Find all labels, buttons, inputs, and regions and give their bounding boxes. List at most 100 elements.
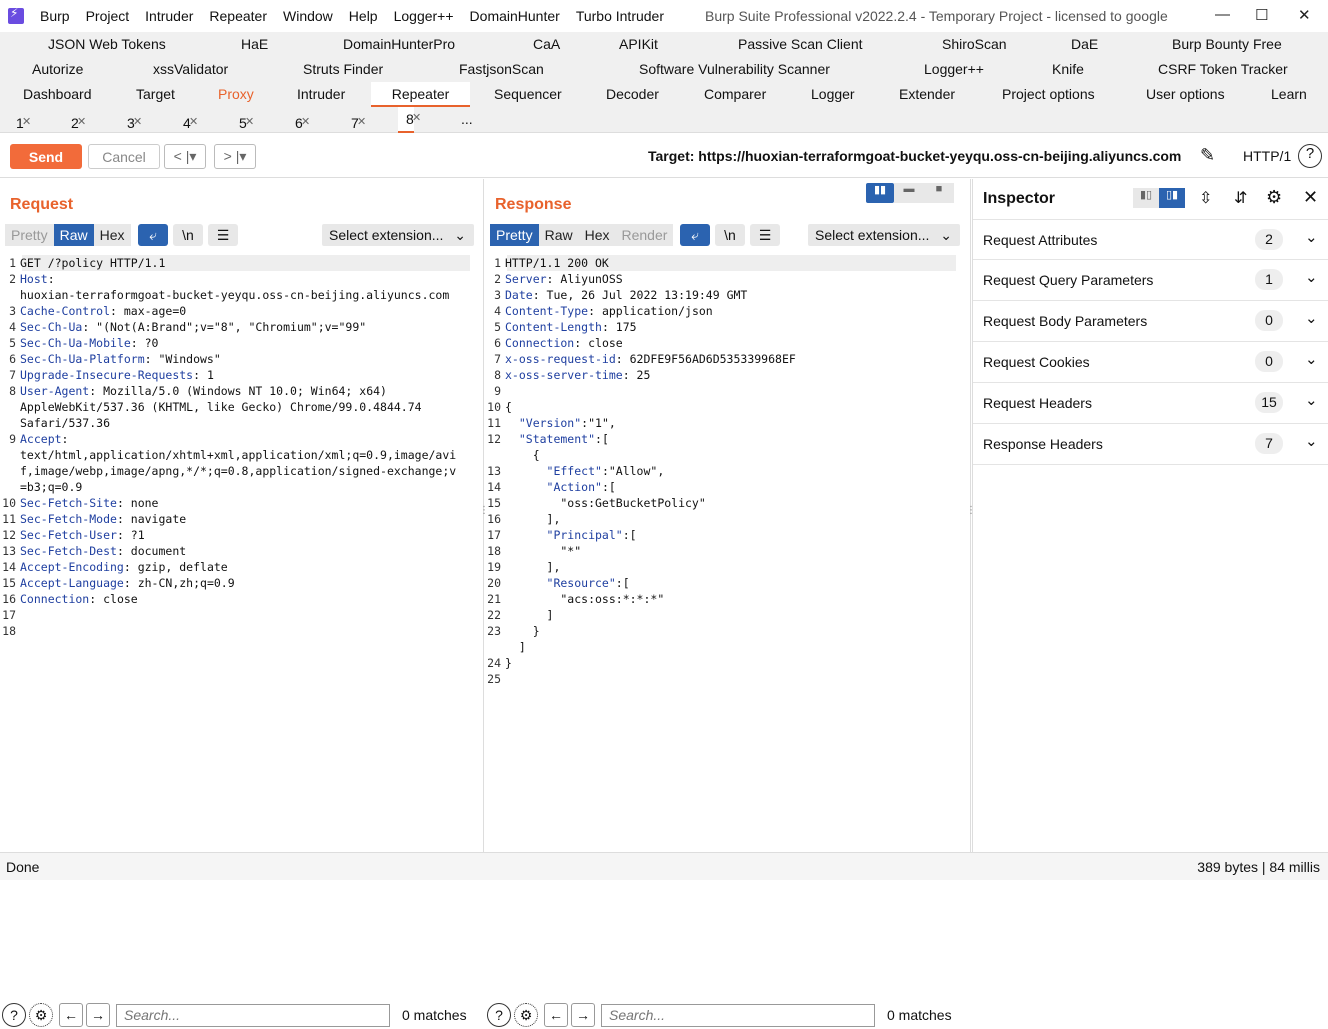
help-icon[interactable]: ? (487, 1003, 511, 1027)
request-search-input[interactable] (116, 1003, 390, 1027)
new-tab-button[interactable]: ... (461, 111, 473, 127)
tab-extender[interactable]: Extender (899, 86, 955, 102)
tab-repeater[interactable]: Repeater (371, 82, 470, 107)
menu-window[interactable]: Window (283, 8, 333, 24)
format-raw[interactable]: Raw (53, 224, 94, 246)
edit-pencil-icon[interactable]: ✎ (1200, 145, 1215, 166)
tab-passive-scan-client[interactable]: Passive Scan Client (738, 36, 863, 52)
format-render[interactable]: Render (615, 224, 674, 246)
splitter-handle[interactable]: ⋮ (479, 506, 489, 516)
back-button[interactable]: < |▾ (164, 144, 206, 169)
help-icon[interactable]: ? (2, 1003, 26, 1027)
tab-learn[interactable]: Learn (1271, 86, 1307, 102)
tab-software-vulnerability-scanner[interactable]: Software Vulnerability Scanner (639, 61, 830, 77)
tab-caa[interactable]: CaA (533, 36, 560, 52)
menu-domainhunter[interactable]: DomainHunter (470, 8, 560, 24)
send-button[interactable]: Send (10, 144, 82, 169)
close-tab-icon[interactable]: ✕ (301, 115, 310, 128)
tab-target[interactable]: Target (136, 86, 175, 102)
inspector-section-request-attributes[interactable]: Request Attributes 2 ⌄ (973, 219, 1328, 260)
tab-csrf-token-tracker[interactable]: CSRF Token Tracker (1158, 61, 1288, 77)
inspector-section-query-params[interactable]: Request Query Parameters 1 ⌄ (973, 260, 1328, 301)
format-pretty[interactable]: Pretty (5, 224, 54, 246)
split-horizontal-icon[interactable]: ▮▮ (866, 183, 894, 203)
close-tab-icon[interactable]: ✕ (189, 115, 198, 128)
tab-sequencer[interactable]: Sequencer (494, 86, 562, 102)
gear-icon[interactable]: ⚙ (1266, 187, 1282, 208)
menu-repeater[interactable]: Repeater (209, 8, 267, 24)
menu-burp[interactable]: Burp (40, 8, 70, 24)
tab-struts-finder[interactable]: Struts Finder (303, 61, 383, 77)
tab-comparer[interactable]: Comparer (704, 86, 766, 102)
forward-button[interactable]: > |▾ (214, 144, 256, 169)
cancel-button[interactable]: Cancel (88, 144, 160, 169)
format-hex[interactable]: Hex (578, 224, 616, 246)
inspector-section-body-params[interactable]: Request Body Parameters 0 ⌄ (973, 301, 1328, 342)
minimize-icon[interactable]: — (1215, 6, 1230, 23)
tab-decoder[interactable]: Decoder (606, 86, 659, 102)
tab-proxy[interactable]: Proxy (218, 86, 254, 102)
tab-logger[interactable]: Logger (811, 86, 855, 102)
tab-autorize[interactable]: Autorize (32, 61, 83, 77)
format-hex[interactable]: Hex (93, 224, 131, 246)
response-search-input[interactable] (601, 1003, 875, 1027)
tab-xssvalidator[interactable]: xssValidator (153, 61, 228, 77)
menu-turbo-intruder[interactable]: Turbo Intruder (576, 8, 664, 24)
inspector-section-response-headers[interactable]: Response Headers 7 ⌄ (973, 424, 1328, 465)
arrow-right-icon[interactable]: → (571, 1003, 595, 1027)
tab-dae[interactable]: DaE (1071, 36, 1098, 52)
menu-lines-icon[interactable]: ☰ (750, 224, 780, 246)
tab-project-options[interactable]: Project options (1002, 86, 1095, 102)
gear-icon[interactable]: ⚙ (514, 1003, 538, 1027)
format-raw[interactable]: Raw (538, 224, 579, 246)
tab-knife[interactable]: Knife (1052, 61, 1084, 77)
menu-lines-icon[interactable]: ☰ (208, 224, 238, 246)
repeater-tab-active[interactable]: 8 ✕ (398, 107, 421, 133)
tab-logger-plus[interactable]: Logger++ (924, 61, 984, 77)
split-vertical-icon[interactable]: ▬ (894, 183, 924, 203)
gear-icon[interactable]: ⚙ (29, 1003, 53, 1027)
request-select-extension[interactable]: Select extension... ⌄ (322, 224, 474, 246)
tab-user-options[interactable]: User options (1146, 86, 1225, 102)
tab-fastjsonscan[interactable]: FastjsonScan (459, 61, 544, 77)
inspector-section-request-headers[interactable]: Request Headers 15 ⌄ (973, 383, 1328, 424)
menu-help[interactable]: Help (349, 8, 378, 24)
tab-apikit[interactable]: APIKit (619, 36, 658, 52)
wrap-lines-icon[interactable]: ⤶ (680, 224, 710, 246)
format-pretty[interactable]: Pretty (490, 224, 539, 246)
http-version-toggle[interactable]: HTTP/1 (1243, 148, 1291, 164)
response-editor[interactable]: 1 HTTP/1.1 200 OK 2 Server: AliyunOSS 3 Date:… (487, 255, 957, 687)
menu-intruder[interactable]: Intruder (145, 8, 193, 24)
menu-logger[interactable]: Logger++ (394, 8, 454, 24)
close-tab-icon[interactable]: ✕ (412, 111, 421, 124)
dock-left-icon[interactable]: ▮▯ (1133, 188, 1159, 208)
close-icon[interactable]: ✕ (1303, 187, 1318, 208)
close-window-icon[interactable]: ✕ (1298, 6, 1311, 24)
arrow-right-icon[interactable]: → (86, 1003, 110, 1027)
close-tab-icon[interactable]: ✕ (245, 115, 254, 128)
arrow-left-icon[interactable]: ← (59, 1003, 83, 1027)
close-tab-icon[interactable]: ✕ (357, 115, 366, 128)
newline-toggle[interactable]: \n (715, 224, 745, 246)
collapse-all-icon[interactable]: ⇵ (1234, 188, 1247, 208)
maximize-icon[interactable]: ☐ (1255, 6, 1268, 24)
expand-all-icon[interactable]: ⇳ (1199, 188, 1212, 208)
tab-hae[interactable]: HaE (241, 36, 268, 52)
response-select-extension[interactable]: Select extension... ⌄ (808, 224, 960, 246)
menu-project[interactable]: Project (86, 8, 130, 24)
inspector-section-cookies[interactable]: Request Cookies 0 ⌄ (973, 342, 1328, 383)
tab-dashboard[interactable]: Dashboard (23, 86, 92, 102)
close-tab-icon[interactable]: ✕ (133, 115, 142, 128)
tab-json-web-tokens[interactable]: JSON Web Tokens (48, 36, 166, 52)
tab-burp-bounty-free[interactable]: Burp Bounty Free (1172, 36, 1282, 52)
wrap-lines-icon[interactable]: ⤶ (138, 224, 168, 246)
single-view-icon[interactable]: ■ (924, 183, 954, 203)
arrow-left-icon[interactable]: ← (544, 1003, 568, 1027)
tab-shiroscan[interactable]: ShiroScan (942, 36, 1007, 52)
dock-right-icon[interactable]: ▯▮ (1159, 188, 1185, 208)
tab-domainhunterpro[interactable]: DomainHunterPro (343, 36, 455, 52)
close-tab-icon[interactable]: ✕ (22, 115, 31, 128)
close-tab-icon[interactable]: ✕ (77, 115, 86, 128)
request-editor[interactable]: 1 GET /?policy HTTP/1.1 2 Host: huoxian-terr… (2, 255, 472, 639)
help-icon[interactable]: ? (1298, 144, 1322, 168)
